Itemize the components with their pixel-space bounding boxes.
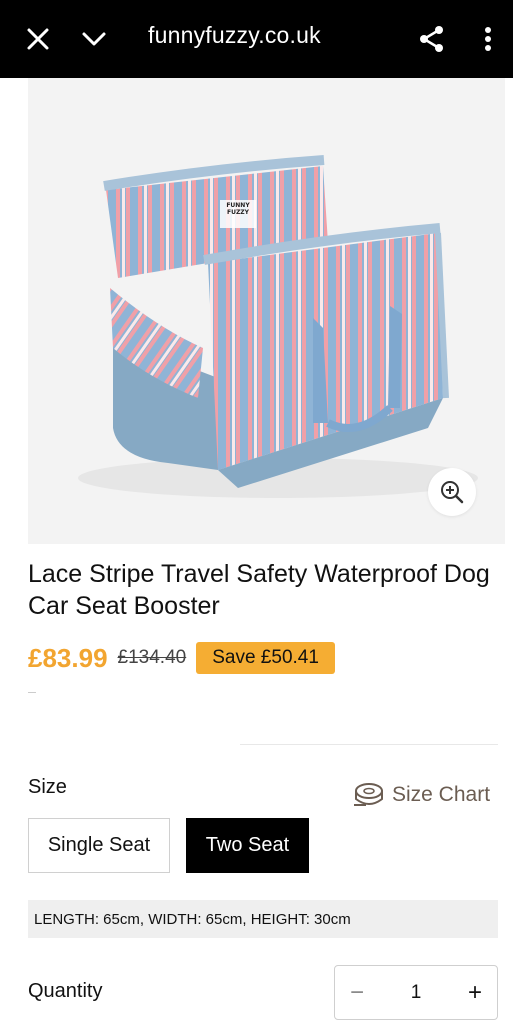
size-option-two-seat[interactable]: Two Seat bbox=[186, 818, 309, 873]
dimensions-info: LENGTH: 65cm, WIDTH: 65cm, HEIGHT: 30cm bbox=[28, 900, 498, 938]
quantity-stepper: − 1 + bbox=[334, 965, 498, 1020]
chevron-down-icon[interactable] bbox=[72, 0, 116, 78]
product-logo-text: FUNNY FUZZY bbox=[226, 202, 250, 216]
close-icon[interactable] bbox=[16, 0, 60, 78]
quantity-label: Quantity bbox=[28, 980, 103, 1002]
size-option-single-seat[interactable]: Single Seat bbox=[28, 818, 170, 873]
product-title: Lace Stripe Travel Safety Waterproof Dog… bbox=[28, 560, 490, 620]
tape-measure-icon bbox=[354, 783, 383, 806]
price-row: £83.99 £134.40 Save £50.41 bbox=[28, 640, 335, 676]
url-text[interactable]: funnyfuzzy.co.uk bbox=[148, 22, 321, 49]
size-label: Size bbox=[28, 776, 67, 798]
dog-car-seat-illustration bbox=[78, 155, 478, 498]
product-image[interactable]: FUNNY FUZZY bbox=[28, 78, 505, 544]
decrease-quantity-button[interactable]: − bbox=[335, 966, 379, 1019]
increase-quantity-button[interactable]: + bbox=[453, 966, 497, 1019]
section-divider bbox=[240, 744, 498, 745]
more-vertical-icon[interactable] bbox=[466, 0, 510, 78]
original-price: £134.40 bbox=[117, 647, 187, 668]
quantity-value[interactable]: 1 bbox=[379, 982, 453, 1004]
share-icon[interactable] bbox=[410, 0, 454, 78]
current-price: £83.99 bbox=[28, 642, 108, 673]
save-badge: Save £50.41 bbox=[196, 642, 335, 674]
browser-toolbar: funnyfuzzy.co.uk bbox=[0, 0, 513, 78]
zoom-in-icon bbox=[441, 481, 464, 504]
divider-mark bbox=[28, 692, 36, 693]
size-chart-link[interactable]: Size Chart bbox=[352, 781, 490, 809]
size-chart-label: Size Chart bbox=[392, 783, 491, 806]
zoom-button[interactable] bbox=[428, 468, 476, 516]
